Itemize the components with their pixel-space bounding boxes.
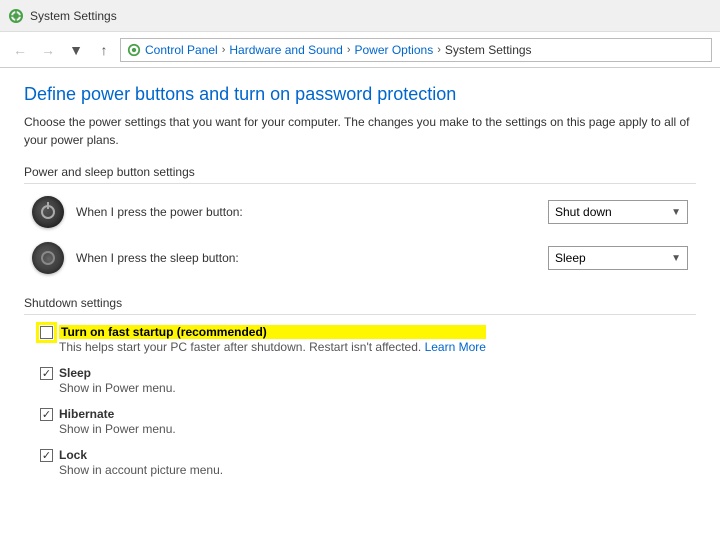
main-layout: Define power buttons and turn on passwor… — [0, 68, 720, 538]
sleep-icon — [32, 242, 64, 274]
content-area: Define power buttons and turn on passwor… — [0, 68, 720, 538]
sleep-button-dropdown[interactable]: Sleep ▼ — [548, 246, 688, 270]
dropdown-arrow-button[interactable]: ▼ — [64, 38, 88, 62]
power-button-row: When I press the power button: Shut down… — [24, 194, 696, 230]
learn-more-link[interactable]: Learn More — [425, 340, 486, 354]
shutdown-section-header: Shutdown settings — [24, 296, 696, 315]
hibernate-title: Hibernate — [59, 407, 176, 421]
title-bar: System Settings — [0, 0, 720, 32]
power-button-settings: Power and sleep button settings When I p… — [24, 165, 696, 276]
up-button[interactable]: ↑ — [92, 38, 116, 62]
app-icon — [8, 8, 24, 24]
power-section-header: Power and sleep button settings — [24, 165, 696, 184]
title-bar-text: System Settings — [30, 9, 117, 23]
sleep-checkbox[interactable]: ✓ — [40, 367, 53, 380]
lock-desc: Show in account picture menu. — [59, 463, 223, 477]
sleep-dropdown-arrow-icon: ▼ — [671, 253, 681, 264]
page-title: Define power buttons and turn on passwor… — [24, 84, 696, 105]
power-button-dropdown[interactable]: Shut down ▼ — [548, 200, 688, 224]
hibernate-desc: Show in Power menu. — [59, 422, 176, 436]
breadcrumb-system-settings: System Settings — [445, 43, 532, 57]
breadcrumb-power-options[interactable]: Power Options — [354, 43, 433, 57]
hibernate-item: ✓ Hibernate Show in Power menu. — [24, 407, 696, 436]
sleep-desc: Show in Power menu. — [59, 381, 176, 395]
shutdown-settings: Shutdown settings Turn on fast startup (… — [24, 296, 696, 477]
fast-startup-title: Turn on fast startup (recommended) — [59, 325, 486, 339]
sleep-button-row: When I press the sleep button: Sleep ▼ — [24, 240, 696, 276]
fast-startup-desc: This helps start your PC faster after sh… — [59, 340, 486, 354]
address-bar: ← → ▼ ↑ Control Panel › Hardware and Sou… — [0, 32, 720, 68]
breadcrumb: Control Panel › Hardware and Sound › Pow… — [120, 38, 712, 62]
fast-startup-checkbox-wrap: Turn on fast startup (recommended) This … — [40, 325, 486, 354]
sleep-title: Sleep — [59, 366, 176, 380]
power-dropdown-arrow-icon: ▼ — [671, 207, 681, 218]
page-desc: Choose the power settings that you want … — [24, 113, 696, 149]
breadcrumb-hardware-sound[interactable]: Hardware and Sound — [229, 43, 342, 57]
fast-startup-checkbox[interactable] — [40, 326, 53, 339]
hibernate-checkbox[interactable]: ✓ — [40, 408, 53, 421]
sleep-item: ✓ Sleep Show in Power menu. — [24, 366, 696, 395]
sleep-button-value: Sleep — [555, 251, 586, 265]
power-button-value: Shut down — [555, 205, 612, 219]
lock-title: Lock — [59, 448, 223, 462]
sleep-button-label: When I press the sleep button: — [76, 251, 548, 265]
lock-item: ✓ Lock Show in account picture menu. — [24, 448, 696, 477]
power-icon — [32, 196, 64, 228]
fast-startup-item: Turn on fast startup (recommended) This … — [24, 325, 696, 354]
power-button-label: When I press the power button: — [76, 205, 548, 219]
back-button[interactable]: ← — [8, 38, 32, 62]
breadcrumb-control-panel[interactable]: Control Panel — [145, 43, 218, 57]
forward-button[interactable]: → — [36, 38, 60, 62]
lock-checkbox[interactable]: ✓ — [40, 449, 53, 462]
